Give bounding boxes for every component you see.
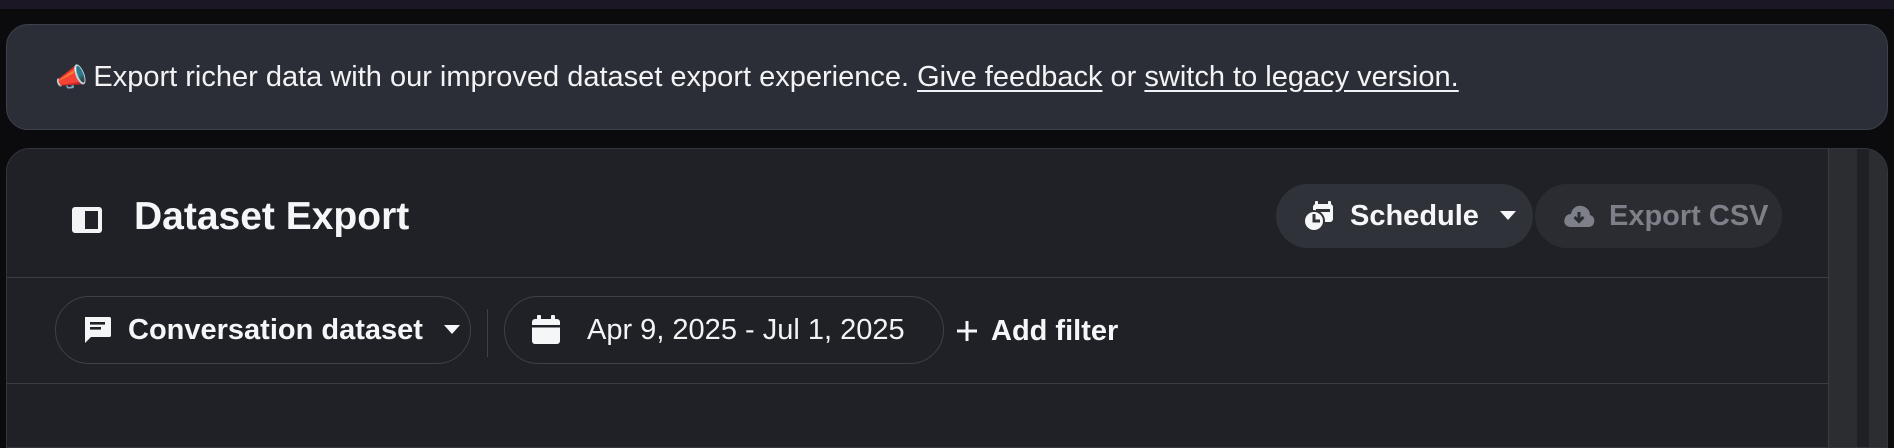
top-strip — [0, 0, 1894, 9]
toolbar-divider — [487, 309, 488, 357]
vertical-scrollbar[interactable] — [1828, 149, 1887, 447]
caret-down-icon — [1499, 211, 1516, 220]
filter-toolbar: Conversation dataset Apr 9, 2025 - Jul 1… — [7, 279, 1831, 384]
banner-or-text: or — [1110, 60, 1137, 93]
add-filter-label: Add filter — [991, 314, 1119, 347]
plus-icon — [957, 321, 977, 341]
export-csv-button[interactable]: Export CSV — [1535, 184, 1782, 248]
date-range-picker[interactable]: Apr 9, 2025 - Jul 1, 2025 — [504, 296, 944, 364]
chat-message-icon — [85, 317, 111, 343]
panel-header: Dataset Export Schedule Export CSV — [7, 149, 1831, 278]
page-title: Dataset Export — [134, 195, 410, 238]
banner-message: Export richer data with our improved dat… — [93, 60, 910, 93]
date-range-value: Apr 9, 2025 - Jul 1, 2025 — [587, 313, 905, 346]
sidebar-toggle-icon[interactable] — [72, 207, 102, 233]
announcement-banner: 📣 Export richer data with our improved d… — [6, 24, 1888, 130]
megaphone-icon: 📣 — [55, 61, 88, 92]
calendar-clock-icon — [1304, 201, 1333, 232]
dataset-export-panel: Dataset Export Schedule Export CSV Conve… — [6, 148, 1888, 448]
add-filter-button[interactable]: Add filter — [955, 311, 1118, 351]
dataset-label: Conversation dataset — [128, 313, 423, 346]
give-feedback-link[interactable]: Give feedback — [917, 61, 1102, 94]
legacy-version-link[interactable]: switch to legacy version. — [1144, 61, 1458, 94]
export-csv-label: Export CSV — [1609, 199, 1769, 232]
cloud-download-icon — [1564, 205, 1595, 227]
caret-down-icon — [443, 325, 460, 334]
calendar-icon — [532, 315, 560, 344]
schedule-button[interactable]: Schedule — [1276, 184, 1533, 248]
schedule-label: Schedule — [1350, 199, 1479, 232]
dataset-selector[interactable]: Conversation dataset — [55, 296, 471, 364]
